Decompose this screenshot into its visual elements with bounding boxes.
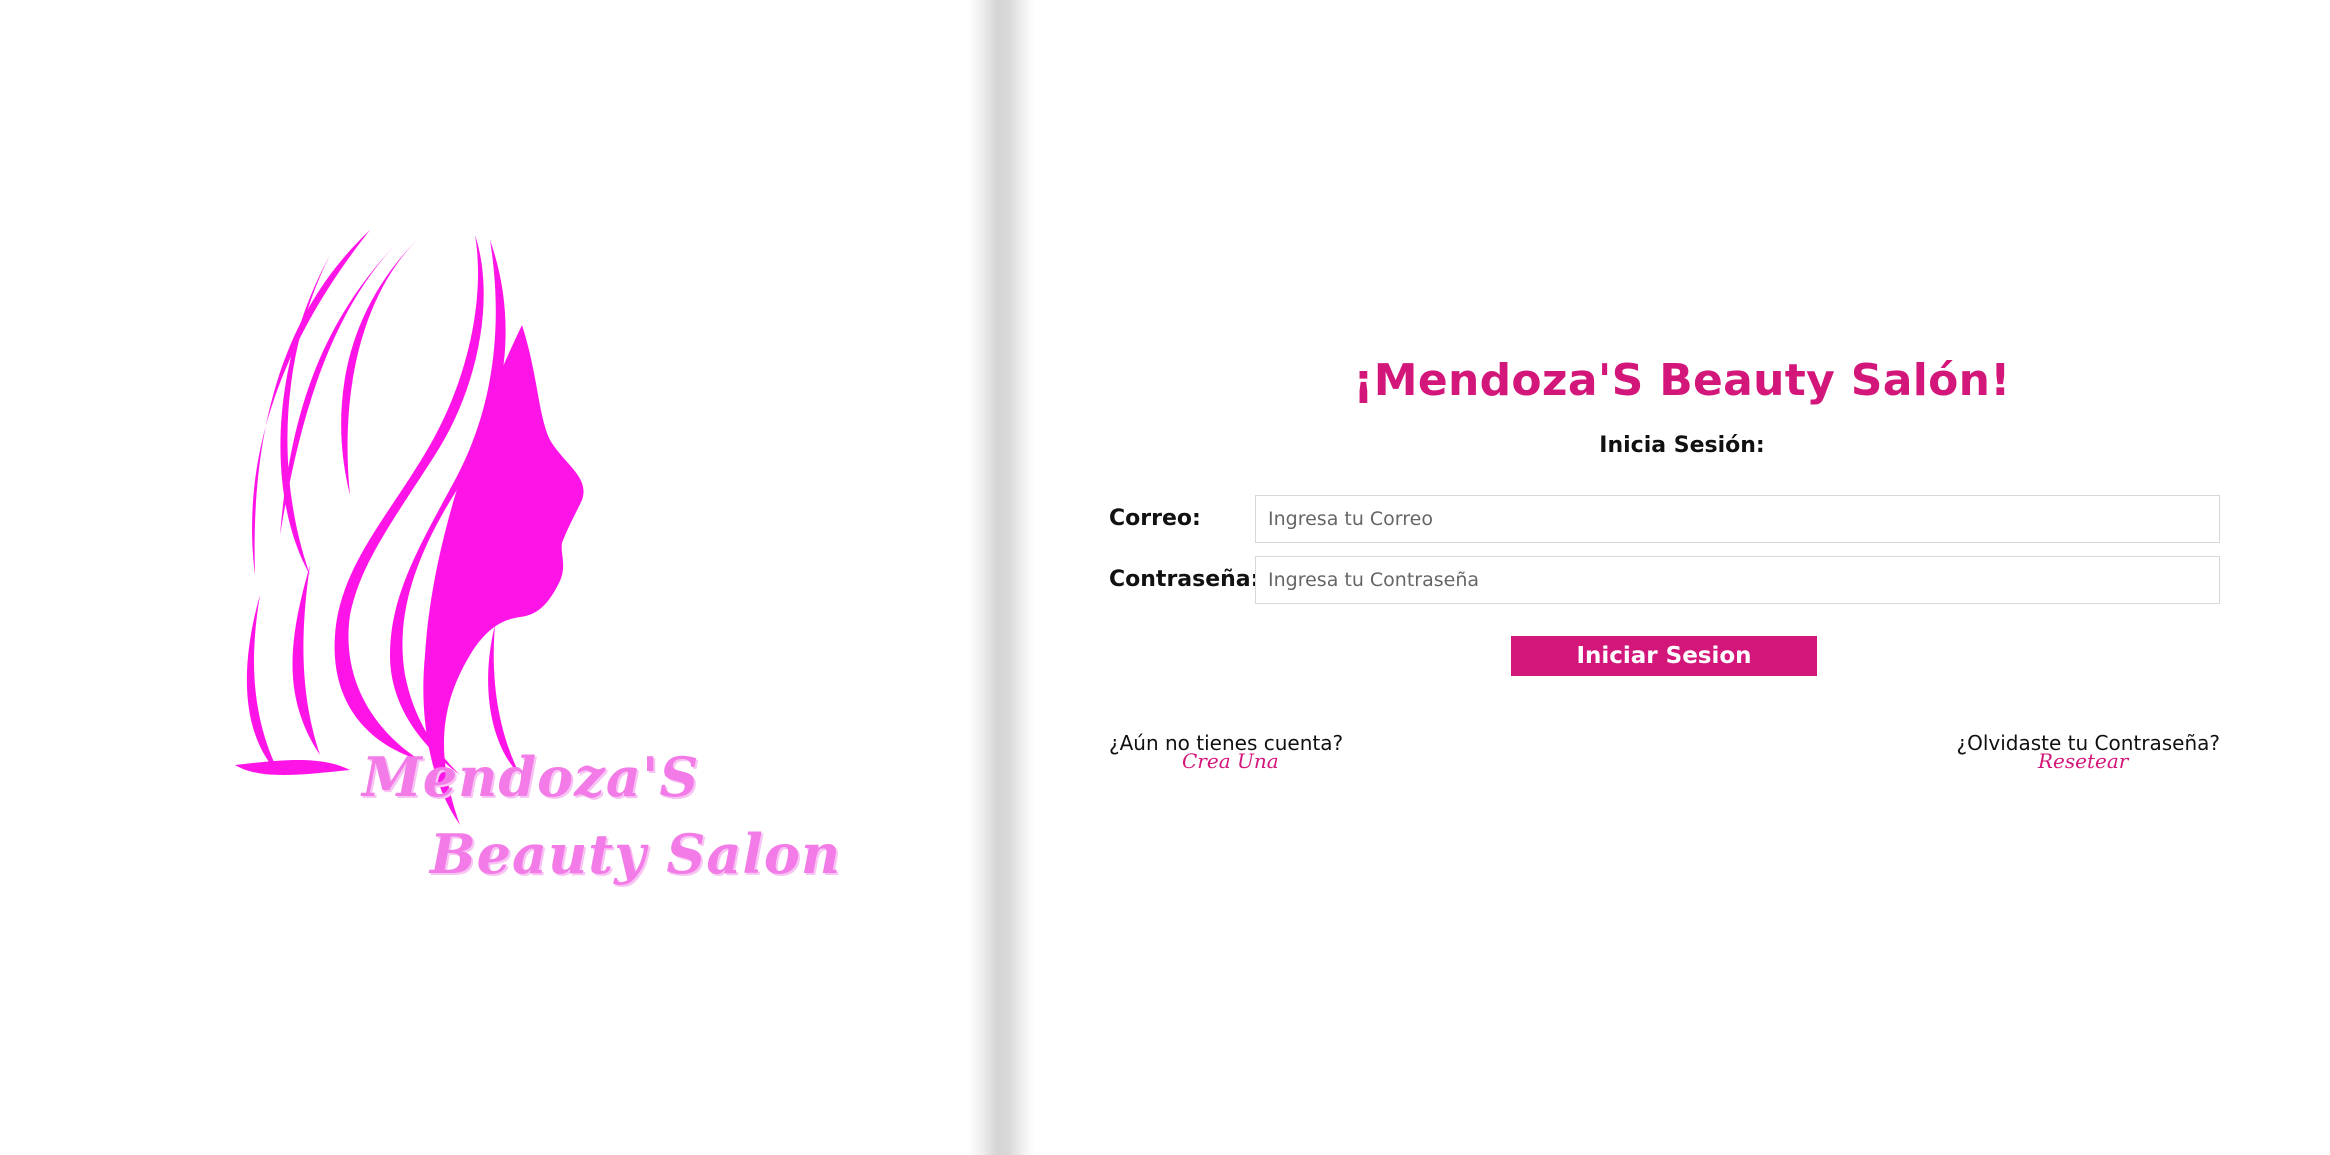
page-title: ¡Mendoza'S Beauty Salón! [1353,355,2011,406]
login-subtitle: Inicia Sesión: [1599,433,1765,458]
logo-text-name: Mendoza'S [362,745,700,809]
woman-profile-silhouette-icon [235,230,584,825]
panel-divider-shadow [968,0,1034,1155]
email-label: Correo: [1109,506,1201,531]
create-account-link[interactable]: Crea Una [1182,749,1279,773]
password-label: Contraseña: [1109,567,1260,592]
login-button[interactable]: Iniciar Sesion [1511,636,1817,676]
login-panel: ¡Mendoza'S Beauty Salón! Inicia Sesión: … [1034,0,2330,1155]
logo-text-subtitle: Beauty Salon [430,822,842,886]
email-field[interactable] [1255,495,2220,543]
password-field[interactable] [1255,556,2220,604]
brand-panel: Mendoza'S Beauty Salon [0,0,975,1155]
reset-password-link[interactable]: Resetear [2038,749,2128,773]
